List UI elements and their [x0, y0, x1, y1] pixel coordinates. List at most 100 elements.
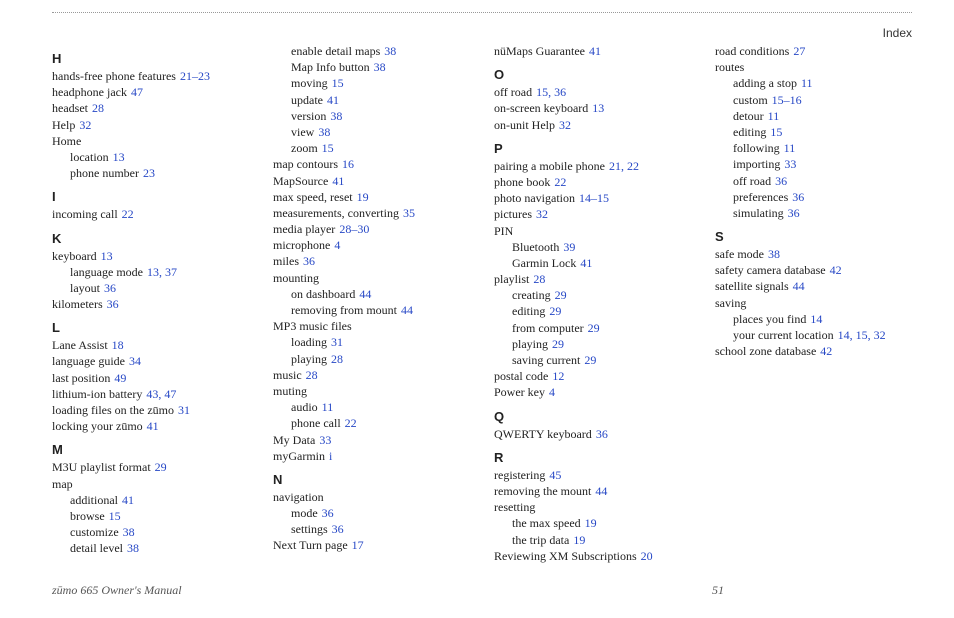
page-ref[interactable]: 11 [768, 109, 780, 123]
page-ref[interactable]: 14–15 [579, 191, 609, 205]
page-ref[interactable]: 21–23 [180, 69, 210, 83]
index-term: your current location [733, 328, 834, 342]
index-entry: moving15 [291, 75, 470, 91]
page-ref[interactable]: 35 [403, 206, 415, 220]
page-ref[interactable]: 36 [596, 427, 608, 441]
page-ref[interactable]: 22 [554, 175, 566, 189]
page-ref[interactable]: 22 [345, 416, 357, 430]
page-ref[interactable]: 19 [573, 533, 585, 547]
page-ref[interactable]: 44 [595, 484, 607, 498]
index-term: layout [70, 281, 100, 295]
page-ref[interactable]: 15 [770, 125, 782, 139]
page-ref[interactable]: 36 [322, 506, 334, 520]
page-ref[interactable]: 28 [306, 368, 318, 382]
page-ref[interactable]: 32 [536, 207, 548, 221]
page-ref[interactable]: 11 [322, 400, 334, 414]
index-entry: update41 [291, 92, 470, 108]
page-ref[interactable]: 20 [641, 549, 653, 563]
page-ref[interactable]: 12 [552, 369, 564, 383]
page-ref[interactable]: 22 [122, 207, 134, 221]
index-entry: locking your zūmo41 [52, 418, 249, 434]
index-entry: navigation [273, 489, 470, 505]
index-term: photo navigation [494, 191, 575, 205]
page-ref[interactable]: 41 [122, 493, 134, 507]
page-ref[interactable]: 41 [327, 93, 339, 107]
page-ref[interactable]: 16 [342, 157, 354, 171]
page-ref[interactable]: 15–16 [772, 93, 802, 107]
page-ref[interactable]: 44 [793, 279, 805, 293]
page-ref[interactable]: 23 [143, 166, 155, 180]
page-ref[interactable]: 32 [79, 118, 91, 132]
index-entry: road conditions27 [715, 43, 912, 59]
page-ref[interactable]: 29 [588, 321, 600, 335]
page-ref[interactable]: 14, 15, 32 [838, 328, 886, 342]
page-ref[interactable]: 14 [810, 312, 822, 326]
page-ref[interactable]: 29 [555, 288, 567, 302]
page-ref[interactable]: 11 [801, 76, 813, 90]
page-ref[interactable]: 15 [322, 141, 334, 155]
page-ref[interactable]: 36 [104, 281, 116, 295]
page-ref[interactable]: 19 [585, 516, 597, 530]
page-ref[interactable]: 13 [113, 150, 125, 164]
page-ref[interactable]: 36 [303, 254, 315, 268]
page-ref[interactable]: 19 [357, 190, 369, 204]
page-ref[interactable]: 28 [331, 352, 343, 366]
index-entry: places you find14 [733, 311, 912, 327]
page-ref[interactable]: 36 [792, 190, 804, 204]
page-ref[interactable]: 36 [788, 206, 800, 220]
index-entry: loading files on the zūmo31 [52, 402, 249, 418]
page-ref[interactable]: 36 [107, 297, 119, 311]
page-ref[interactable]: 36 [775, 174, 787, 188]
page-ref[interactable]: 38 [374, 60, 386, 74]
page-ref[interactable]: 31 [331, 335, 343, 349]
page-ref[interactable]: 39 [563, 240, 575, 254]
page-ref[interactable]: 15 [332, 76, 344, 90]
page-ref[interactable]: 38 [123, 525, 135, 539]
index-entry: location13 [70, 149, 249, 165]
page-ref[interactable]: 38 [330, 109, 342, 123]
page-ref[interactable]: 44 [401, 303, 413, 317]
page-ref[interactable]: 29 [552, 337, 564, 351]
page-ref[interactable]: 17 [352, 538, 364, 552]
page-ref[interactable]: 33 [784, 157, 796, 171]
page-ref[interactable]: 28–30 [339, 222, 369, 236]
page-ref[interactable]: 44 [359, 287, 371, 301]
page-ref[interactable]: 33 [319, 433, 331, 447]
page-ref[interactable]: 49 [114, 371, 126, 385]
page-ref[interactable]: 38 [384, 44, 396, 58]
page-ref[interactable]: 15, 36 [536, 85, 566, 99]
page-ref[interactable]: 36 [332, 522, 344, 536]
page-ref[interactable]: 29 [549, 304, 561, 318]
page-ref[interactable]: 13 [592, 101, 604, 115]
page-ref[interactable]: 41 [332, 174, 344, 188]
page-ref[interactable]: 27 [793, 44, 805, 58]
page-ref[interactable]: 45 [549, 468, 561, 482]
page-ref[interactable]: 28 [92, 101, 104, 115]
page-ref[interactable]: 42 [820, 344, 832, 358]
page-ref[interactable]: 15 [109, 509, 121, 523]
page-ref[interactable]: 4 [334, 238, 340, 252]
page-ref[interactable]: 38 [768, 247, 780, 261]
page-ref[interactable]: 13 [101, 249, 113, 263]
page-ref[interactable]: 4 [549, 385, 555, 399]
page-ref[interactable]: 38 [318, 125, 330, 139]
page-ref[interactable]: 28 [533, 272, 545, 286]
page-ref[interactable]: 41 [580, 256, 592, 270]
page-ref[interactable]: 21, 22 [609, 159, 639, 173]
page-ref[interactable]: 47 [131, 85, 143, 99]
page-ref[interactable]: 29 [584, 353, 596, 367]
page-ref[interactable]: 29 [155, 460, 167, 474]
page-ref[interactable]: 41 [589, 44, 601, 58]
page-ref[interactable]: 31 [178, 403, 190, 417]
page-ref[interactable]: 13, 37 [147, 265, 177, 279]
page-ref[interactable]: 42 [830, 263, 842, 277]
page-ref[interactable]: 38 [127, 541, 139, 555]
page-ref[interactable]: 43, 47 [146, 387, 176, 401]
page-ref[interactable]: 32 [559, 118, 571, 132]
page-ref[interactable]: 18 [112, 338, 124, 352]
page-ref[interactable]: 11 [784, 141, 796, 155]
page-ref[interactable]: 34 [129, 354, 141, 368]
page-ref[interactable]: 41 [147, 419, 159, 433]
index-entry: My Data33 [273, 432, 470, 448]
page-ref[interactable]: i [329, 449, 332, 463]
